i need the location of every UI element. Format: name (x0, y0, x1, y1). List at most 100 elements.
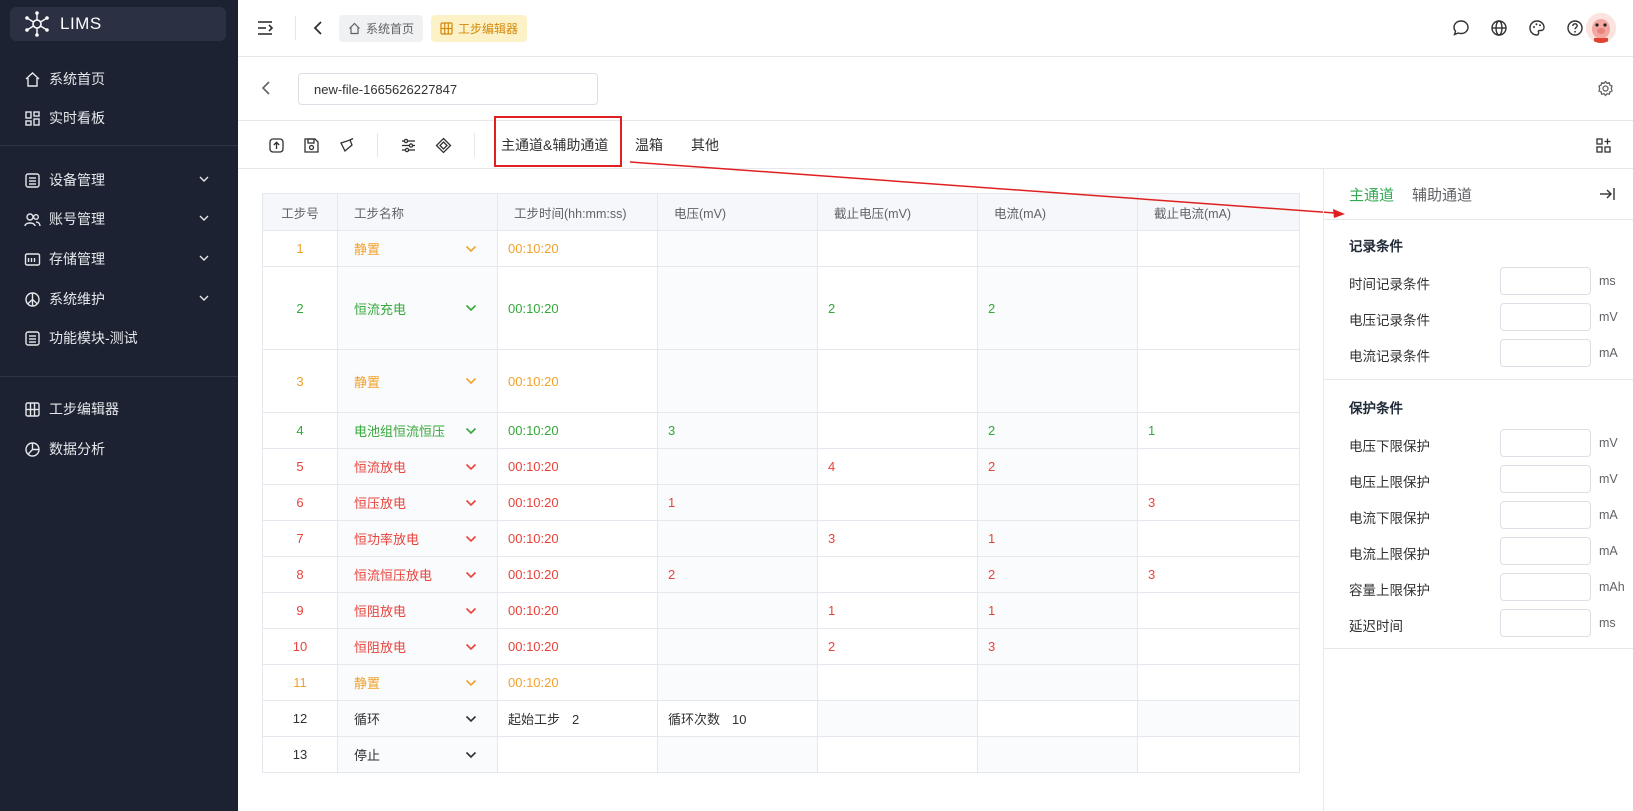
voltage-lower-limit-input[interactable] (1500, 429, 1591, 457)
help-icon[interactable] (1565, 18, 1585, 38)
table-cell[interactable]: 3 (1137, 484, 1300, 521)
loop-count-value[interactable]: 10 (732, 712, 746, 727)
step-name-select[interactable]: 静置 (337, 664, 498, 701)
table-cell[interactable] (977, 736, 1138, 773)
clear-broom-icon[interactable] (337, 136, 355, 154)
table-cell[interactable]: 1 (657, 484, 818, 521)
table-row[interactable]: 12 循环 起始工步 2 循环次数 10 (262, 700, 1300, 737)
sidebar-item-data-analysis[interactable]: 数据分析 (0, 429, 238, 469)
sidebar-item-dashboard[interactable]: 实时看板 (0, 98, 238, 138)
step-time-cell[interactable]: 00:10:20 (497, 556, 658, 593)
palette-icon[interactable] (1527, 18, 1547, 38)
table-cell[interactable] (657, 736, 818, 773)
table-cell[interactable]: 3 (817, 520, 978, 557)
step-time-cell[interactable]: 00:10:20 (497, 484, 658, 521)
table-cell[interactable] (977, 700, 1138, 737)
table-row[interactable]: 10 恒阻放电 00:10:20 2 3 (262, 628, 1300, 665)
table-cell[interactable]: 2 (817, 266, 978, 350)
table-cell[interactable]: 1 (817, 592, 978, 629)
table-cell[interactable]: 3 (1137, 556, 1300, 593)
table-cell[interactable] (817, 700, 978, 737)
table-cell[interactable] (1137, 592, 1300, 629)
table-cell[interactable]: 1 (977, 520, 1138, 557)
step-name-select[interactable]: 循环 (337, 700, 498, 737)
loop-count-cell[interactable]: 循环次数 10 (657, 700, 818, 737)
sidebar-item-accounts[interactable]: 账号管理 (0, 199, 238, 239)
tab-thermal-chamber[interactable]: 温箱 (635, 134, 663, 156)
capacity-upper-limit-input[interactable] (1500, 573, 1591, 601)
app-logo[interactable]: LIMS (10, 7, 226, 41)
sidebar-item-storage[interactable]: 存储管理 (0, 239, 238, 279)
step-time-cell[interactable]: 00:10:20 (497, 230, 658, 267)
save-icon[interactable] (302, 136, 320, 154)
step-name-select[interactable]: 恒流放电 (337, 448, 498, 485)
table-cell[interactable]: 1 (1137, 412, 1300, 449)
back-icon[interactable] (308, 18, 328, 38)
table-cell[interactable]: 1 (977, 592, 1138, 629)
table-row[interactable]: 2 恒流充电 00:10:20 2 2 (262, 266, 1300, 350)
step-name-select[interactable]: 电池组恒流恒压 (337, 412, 498, 449)
sidebar-item-step-editor[interactable]: 工步编辑器 (0, 389, 238, 429)
table-cell[interactable]: 2 (977, 412, 1138, 449)
table-cell[interactable] (657, 664, 818, 701)
table-cell[interactable] (1137, 349, 1300, 413)
tab-aux-channel[interactable]: 辅助通道 (1412, 184, 1472, 205)
table-row[interactable]: 9 恒阻放电 00:10:20 1 1 (262, 592, 1300, 629)
time-record-input[interactable] (1500, 267, 1591, 295)
current-upper-limit-input[interactable] (1500, 537, 1591, 565)
breadcrumb-step-editor[interactable]: 工步编辑器 (431, 15, 528, 42)
step-time-cell[interactable]: 00:10:20 (497, 412, 658, 449)
table-cell[interactable] (1137, 700, 1300, 737)
table-cell[interactable] (1137, 628, 1300, 665)
table-row[interactable]: 4 电池组恒流恒压 00:10:20 3 2 1 (262, 412, 1300, 449)
step-time-cell[interactable]: 00:10:20 (497, 592, 658, 629)
table-cell[interactable] (977, 230, 1138, 267)
settings-gear-icon[interactable] (1595, 78, 1615, 98)
table-row[interactable]: 8 恒流恒压放电 00:10:20 2 2 3 (262, 556, 1300, 593)
step-name-select[interactable]: 恒功率放电 (337, 520, 498, 557)
tab-other[interactable]: 其他 (691, 134, 719, 156)
file-name-input[interactable] (298, 73, 598, 105)
sliders-icon[interactable] (399, 136, 417, 154)
step-time-cell[interactable]: 00:10:20 (497, 664, 658, 701)
table-cell[interactable] (817, 230, 978, 267)
table-cell[interactable] (657, 230, 818, 267)
table-cell[interactable] (817, 349, 978, 413)
step-name-select[interactable]: 恒压放电 (337, 484, 498, 521)
table-cell[interactable] (1137, 266, 1300, 350)
table-row[interactable]: 7 恒功率放电 00:10:20 3 1 (262, 520, 1300, 557)
table-cell[interactable] (817, 412, 978, 449)
sidebar-item-devices[interactable]: 设备管理 (0, 160, 238, 200)
step-time-cell[interactable]: 00:10:20 (497, 448, 658, 485)
step-name-select[interactable]: 恒流充电 (337, 266, 498, 350)
table-cell[interactable]: 2 (977, 556, 1138, 593)
step-name-select[interactable]: 恒阻放电 (337, 592, 498, 629)
user-avatar[interactable] (1586, 13, 1616, 43)
table-cell[interactable] (1137, 736, 1300, 773)
table-cell[interactable]: 2 (817, 628, 978, 665)
tab-main-channel[interactable]: 主通道 (1349, 184, 1394, 205)
voltage-upper-limit-input[interactable] (1500, 465, 1591, 493)
table-cell[interactable]: 3 (977, 628, 1138, 665)
upload-icon[interactable] (267, 136, 285, 154)
sidebar-item-maintenance[interactable]: 系统维护 (0, 279, 238, 319)
table-cell[interactable] (977, 664, 1138, 701)
sidebar-item-home[interactable]: 系统首页 (0, 59, 238, 99)
table-cell[interactable]: 2 (977, 266, 1138, 350)
step-name-select[interactable]: 恒流恒压放电 (337, 556, 498, 593)
table-cell[interactable] (657, 448, 818, 485)
table-cell[interactable] (1137, 448, 1300, 485)
table-cell[interactable] (817, 556, 978, 593)
loop-start-value[interactable]: 2 (572, 712, 579, 727)
table-cell[interactable] (817, 736, 978, 773)
current-record-input[interactable] (1500, 339, 1591, 367)
step-name-select[interactable]: 停止 (337, 736, 498, 773)
step-time-cell[interactable] (497, 736, 658, 773)
table-cell[interactable] (657, 520, 818, 557)
breadcrumb-home[interactable]: 系统首页 (339, 15, 424, 42)
delay-time-input[interactable] (1500, 609, 1591, 637)
table-cell[interactable] (1137, 230, 1300, 267)
add-widget-icon[interactable] (1594, 136, 1612, 154)
table-cell[interactable] (977, 484, 1138, 521)
step-time-cell[interactable]: 00:10:20 (497, 266, 658, 350)
